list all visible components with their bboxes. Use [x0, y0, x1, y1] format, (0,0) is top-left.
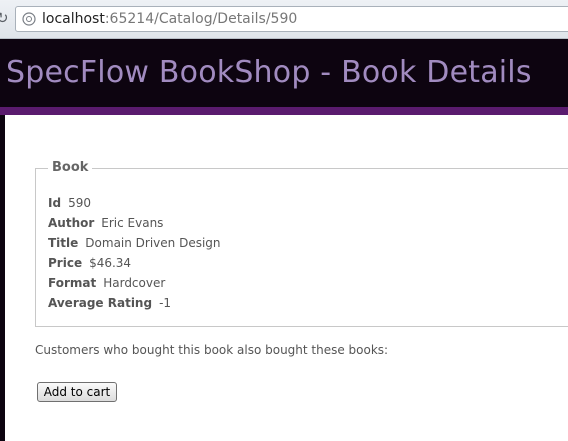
detail-row-price: Price $46.34: [48, 255, 131, 271]
detail-row-format: Format Hardcover: [48, 275, 165, 291]
site-header: SpecFlow BookShop - Book Details: [0, 39, 568, 107]
detail-label: Price: [48, 256, 83, 270]
detail-label: Id: [48, 196, 62, 210]
add-to-cart-button[interactable]: Add to cart: [37, 382, 117, 402]
detail-label: Format: [48, 276, 97, 290]
detail-row-id: Id 590: [48, 195, 91, 211]
detail-value: -1: [159, 296, 172, 310]
book-legend: Book: [48, 160, 93, 176]
detail-row-average-rating: Average Rating -1: [48, 295, 171, 311]
page-title: SpecFlow BookShop - Book Details: [6, 55, 532, 90]
reload-icon[interactable]: ↻: [0, 10, 10, 26]
globe-icon: [22, 12, 36, 26]
detail-label: Title: [48, 236, 79, 250]
detail-label: Author: [48, 216, 95, 230]
book-fieldset: Book Id 590 Author Eric Evans Title Domain …: [35, 160, 568, 327]
left-border: [0, 115, 5, 441]
also-bought-text: Customers who bought this book also boug…: [35, 343, 389, 357]
detail-row-author: Author Eric Evans: [48, 215, 163, 231]
page-content: SpecFlow BookShop - Book Details Book Id…: [0, 39, 568, 441]
detail-row-title: Title Domain Driven Design: [48, 235, 221, 251]
detail-value: Eric Evans: [101, 216, 164, 230]
address-bar[interactable]: localhost:65214/Catalog/Details/590: [15, 6, 568, 32]
url-text: localhost:65214/Catalog/Details/590: [42, 11, 297, 27]
detail-value: 590: [68, 196, 91, 210]
detail-value: Hardcover: [103, 276, 166, 290]
url-host: localhost: [42, 11, 105, 27]
url-path: :65214/Catalog/Details/590: [104, 11, 298, 27]
detail-value: Domain Driven Design: [85, 236, 221, 250]
detail-value: $46.34: [89, 256, 132, 270]
detail-label: Average Rating: [48, 296, 153, 310]
header-stripe: [0, 107, 568, 115]
browser-toolbar: ↻ localhost:65214/Catalog/Details/590: [0, 0, 568, 39]
